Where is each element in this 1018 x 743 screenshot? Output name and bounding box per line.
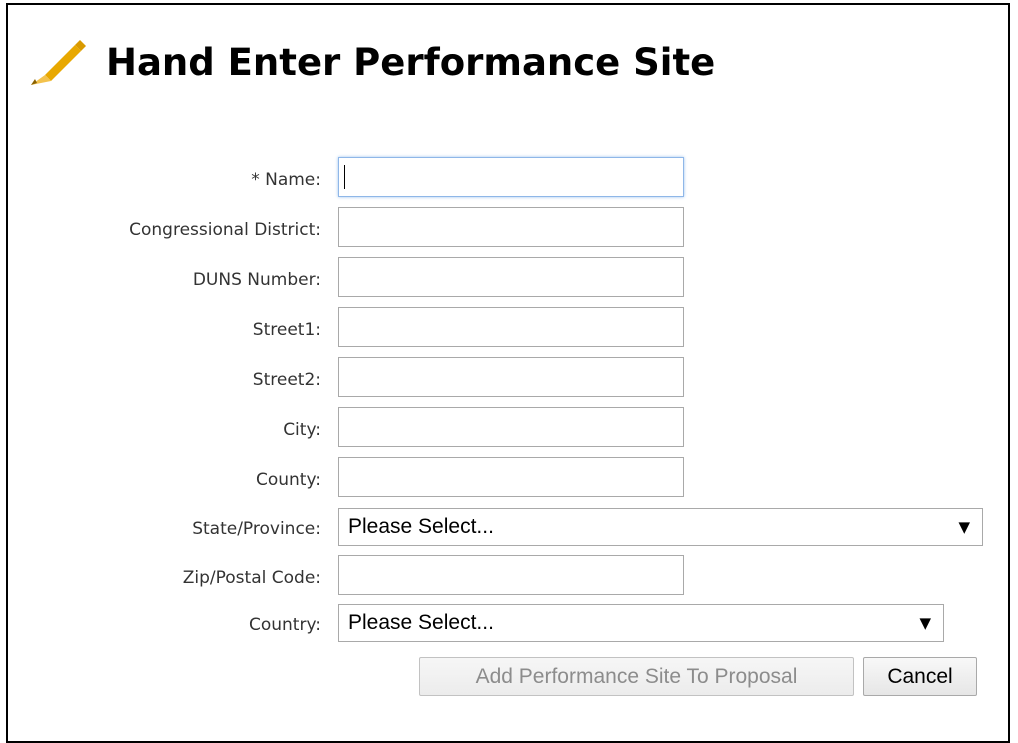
state-province-label: State/Province: [192, 519, 321, 539]
triangle-down-icon: ▼ [958, 518, 970, 536]
street2-field[interactable] [338, 357, 684, 397]
street1-field[interactable] [338, 307, 684, 347]
name-label: * Name: [251, 170, 321, 190]
street2-label: Street2: [252, 370, 321, 390]
text-caret [344, 165, 345, 189]
country-label: Country: [248, 615, 321, 635]
triangle-down-icon: ▼ [919, 614, 931, 632]
cancel-button[interactable]: Cancel [863, 657, 977, 696]
state-province-selected-value: Please Select... [348, 515, 494, 538]
street1-label: Street1: [252, 320, 321, 340]
congressional-district-field[interactable] [338, 207, 684, 247]
duns-number-label: DUNS Number: [192, 270, 321, 290]
pencil-icon [31, 40, 86, 85]
zip-postal-code-field[interactable] [338, 555, 684, 595]
city-field[interactable] [338, 407, 684, 447]
page-title: Hand Enter Performance Site [106, 41, 716, 84]
county-label: County: [255, 470, 321, 490]
country-select[interactable]: Please Select... ▼ [338, 604, 944, 642]
congressional-district-label: Congressional District: [129, 220, 321, 240]
zip-postal-code-label: Zip/Postal Code: [182, 568, 321, 588]
duns-number-field[interactable] [338, 257, 684, 297]
county-field[interactable] [338, 457, 684, 497]
state-province-select[interactable]: Please Select... ▼ [338, 508, 983, 546]
name-field[interactable] [338, 157, 684, 197]
city-label: City: [283, 420, 321, 440]
add-performance-site-button[interactable]: Add Performance Site To Proposal [419, 657, 854, 696]
country-selected-value: Please Select... [348, 611, 494, 634]
